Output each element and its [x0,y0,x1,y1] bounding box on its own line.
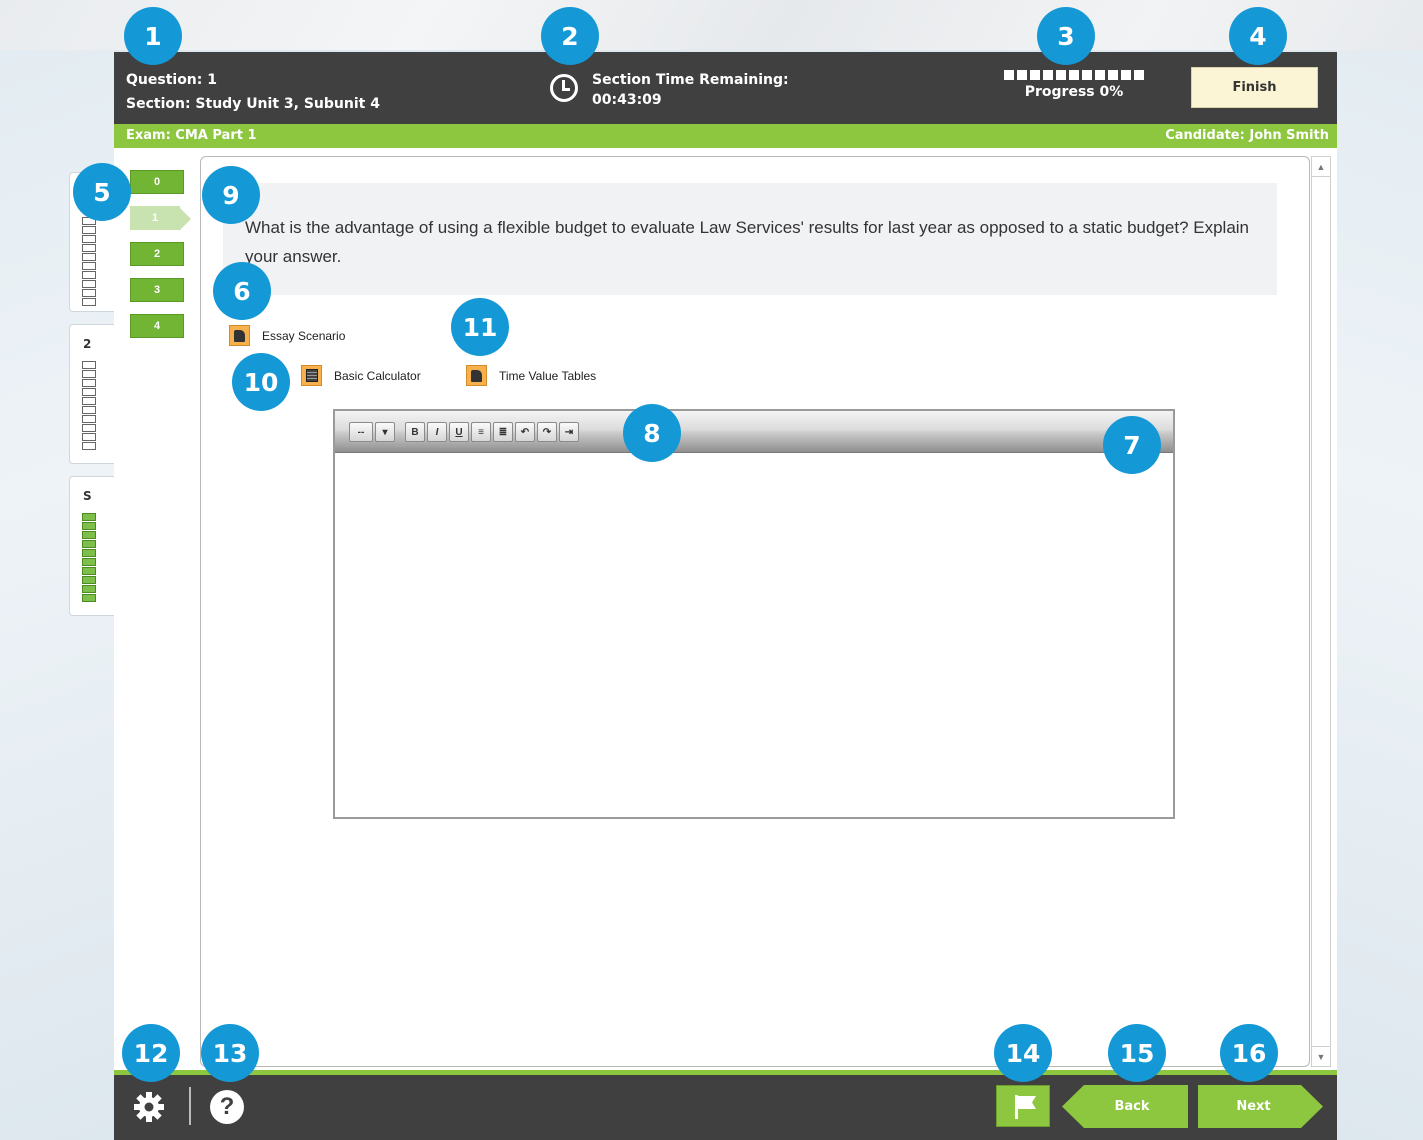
essay-scenario-link[interactable]: Essay Scenario [229,325,345,346]
exam-info-bar: Exam: CMA Part 1 Candidate: John Smith [114,124,1337,148]
redo-button[interactable]: ↷ [537,422,557,442]
timer-title: Section Time Remaining: [592,72,789,88]
section-progress-bars [82,513,96,602]
calculator-icon [301,365,322,386]
callout-badge: 11 [451,298,509,356]
header-bar: Question: 1 Section: Study Unit 3, Subun… [114,52,1337,124]
callout-badge: 15 [1108,1024,1166,1082]
clock-icon [550,74,578,102]
back-button[interactable]: Back [1062,1085,1188,1128]
callout-badge: 4 [1229,7,1287,65]
flag-icon [1015,1095,1018,1119]
section-name: Section: Study Unit 3, Subunit 4 [126,96,380,112]
footer-divider [189,1087,191,1125]
question-number: Question: 1 [126,72,217,88]
flag-button[interactable] [996,1085,1050,1127]
gear-icon[interactable] [132,1090,166,1124]
exam-app: Question: 1 Section: Study Unit 3, Subun… [114,52,1337,1140]
document-icon [466,365,487,386]
progress-bar [994,70,1154,80]
section-tab-label: 2 [83,337,92,351]
align-left-icon[interactable]: ≡ [471,422,491,442]
page-background-top [0,0,1423,50]
undo-button[interactable]: ↶ [515,422,535,442]
font-dropdown-icon[interactable]: ▾ [375,422,395,442]
scroll-up-icon[interactable]: ▲ [1312,157,1330,177]
callout-badge: 5 [73,163,131,221]
progress-indicator: Progress 0% [994,70,1154,100]
callout-badge: 1 [124,7,182,65]
question-info: Question: 1 Section: Study Unit 3, Subun… [126,68,380,116]
callout-badge: 6 [213,262,271,320]
question-text: What is the advantage of using a flexibl… [245,218,1250,266]
callout-badge: 8 [623,404,681,462]
content-scrollbar[interactable]: ▲ ▼ [1311,156,1331,1067]
question-nav-item-3[interactable]: 3 [130,278,184,302]
question-panel: What is the advantage of using a flexibl… [200,156,1310,1067]
progress-label: Progress 0% [1024,84,1124,100]
basic-calculator-link[interactable]: Basic Calculator [301,365,421,386]
document-icon [229,325,250,346]
question-stem-box: What is the advantage of using a flexibl… [223,183,1277,295]
question-nav-item-1[interactable]: 1 [130,206,191,231]
callout-badge: 9 [202,166,260,224]
essay-scenario-label: Essay Scenario [262,328,346,343]
callout-badge: 12 [122,1024,180,1082]
bold-button[interactable]: B [405,422,425,442]
callout-badge: 10 [232,353,290,411]
callout-badge: 13 [201,1024,259,1082]
callout-badge: 14 [994,1024,1052,1082]
essay-text-area[interactable] [335,454,1173,817]
time-value-tables-link[interactable]: Time Value Tables [466,365,596,386]
scroll-down-icon[interactable]: ▼ [1312,1046,1330,1066]
editor-toolbar: -- ▾ B I U ≡ ≣ ↶ ↷ ⇥ [335,411,1173,453]
exam-name: Exam: CMA Part 1 [126,128,257,143]
callout-badge: 2 [541,7,599,65]
question-nav-item-4[interactable]: 4 [130,314,184,338]
align-center-icon[interactable]: ≣ [493,422,513,442]
callout-badge: 7 [1103,416,1161,474]
question-nav-item-2[interactable]: 2 [130,242,184,266]
basic-calculator-label: Basic Calculator [334,368,421,383]
time-value-tables-label: Time Value Tables [499,368,597,383]
italic-button[interactable]: I [427,422,447,442]
candidate-name: Candidate: John Smith [1165,128,1329,143]
indent-icon[interactable]: ⇥ [559,422,579,442]
font-select[interactable]: -- [349,422,373,442]
section-progress-bars [82,217,96,306]
callout-badge: 3 [1037,7,1095,65]
finish-button[interactable]: Finish [1191,67,1318,108]
callout-badge: 16 [1220,1024,1278,1082]
section-progress-bars [82,361,96,450]
essay-editor: -- ▾ B I U ≡ ≣ ↶ ↷ ⇥ [333,409,1175,819]
timer-value: 00:43:09 [592,92,662,108]
next-button[interactable]: Next [1198,1085,1323,1128]
page-background-right [1337,50,1423,1140]
underline-button[interactable]: U [449,422,469,442]
section-tab-label: S [83,489,92,503]
help-icon[interactable]: ? [210,1090,244,1124]
question-nav-item-0[interactable]: 0 [130,170,184,194]
footer-bar: ? Back Next [114,1075,1337,1140]
